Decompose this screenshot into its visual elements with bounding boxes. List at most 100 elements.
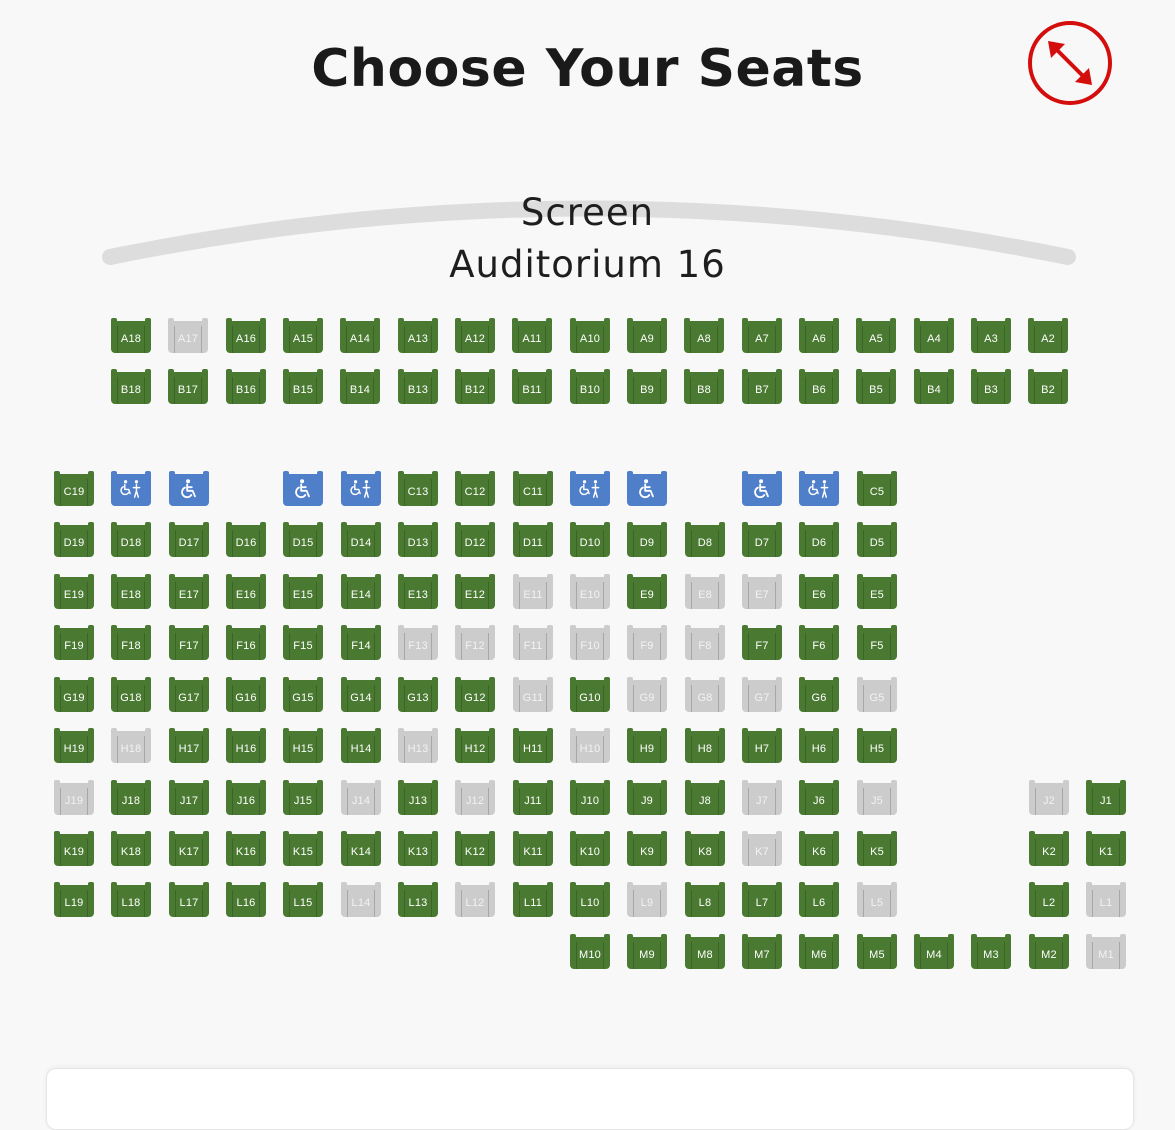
seat-k17[interactable]: K17 (169, 831, 209, 866)
seat-a15[interactable]: A15 (283, 318, 323, 353)
seat-a8[interactable]: A8 (684, 318, 724, 353)
seat-b7[interactable]: B7 (742, 369, 782, 404)
seat-d6[interactable]: D6 (799, 522, 839, 557)
seat-j15[interactable]: J15 (283, 780, 323, 815)
seat-h9[interactable]: H9 (627, 728, 667, 763)
seat-d14[interactable]: D14 (341, 522, 381, 557)
seat-c13[interactable]: C13 (398, 471, 438, 506)
seat-k15[interactable]: K15 (283, 831, 323, 866)
seat-e12[interactable]: E12 (455, 574, 495, 609)
seat-l19[interactable]: L19 (54, 882, 94, 917)
seat-f6[interactable]: F6 (799, 625, 839, 660)
seat-g18[interactable]: G18 (111, 677, 151, 712)
seat-f15[interactable]: F15 (283, 625, 323, 660)
seat-m2[interactable]: M2 (1029, 934, 1069, 969)
seat-l10[interactable]: L10 (570, 882, 610, 917)
seat-a5[interactable]: A5 (856, 318, 896, 353)
seat-m8[interactable]: M8 (685, 934, 725, 969)
seat-b4[interactable]: B4 (914, 369, 954, 404)
seat-d18[interactable]: D18 (111, 522, 151, 557)
seat-j8[interactable]: J8 (685, 780, 725, 815)
seat-h12[interactable]: H12 (455, 728, 495, 763)
seat-d16[interactable]: D16 (226, 522, 266, 557)
seat-k14[interactable]: K14 (341, 831, 381, 866)
seat-a9[interactable]: A9 (627, 318, 667, 353)
seat-g16[interactable]: G16 (226, 677, 266, 712)
seat-a16[interactable]: A16 (226, 318, 266, 353)
seat-h7[interactable]: H7 (742, 728, 782, 763)
seat-b13[interactable]: B13 (398, 369, 438, 404)
seat-a13[interactable]: A13 (398, 318, 438, 353)
seat-l13[interactable]: L13 (398, 882, 438, 917)
seat-k2[interactable]: K2 (1029, 831, 1069, 866)
seat-b6[interactable]: B6 (799, 369, 839, 404)
seat-b2[interactable]: B2 (1028, 369, 1068, 404)
seat-h11[interactable]: H11 (513, 728, 553, 763)
wheelchair-seat[interactable] (283, 471, 323, 506)
seat-g6[interactable]: G6 (799, 677, 839, 712)
seat-l7[interactable]: L7 (742, 882, 782, 917)
seat-l15[interactable]: L15 (283, 882, 323, 917)
seat-k12[interactable]: K12 (455, 831, 495, 866)
seat-g14[interactable]: G14 (341, 677, 381, 712)
seat-m5[interactable]: M5 (857, 934, 897, 969)
seat-e19[interactable]: E19 (54, 574, 94, 609)
seat-g10[interactable]: G10 (570, 677, 610, 712)
seat-k18[interactable]: K18 (111, 831, 151, 866)
seat-e9[interactable]: E9 (627, 574, 667, 609)
seat-e18[interactable]: E18 (111, 574, 151, 609)
seat-l2[interactable]: L2 (1029, 882, 1069, 917)
seat-k19[interactable]: K19 (54, 831, 94, 866)
seat-a10[interactable]: A10 (570, 318, 610, 353)
seat-a7[interactable]: A7 (742, 318, 782, 353)
seat-d11[interactable]: D11 (513, 522, 553, 557)
seat-j16[interactable]: J16 (226, 780, 266, 815)
seat-m6[interactable]: M6 (799, 934, 839, 969)
seat-e17[interactable]: E17 (169, 574, 209, 609)
seat-k11[interactable]: K11 (513, 831, 553, 866)
seat-b9[interactable]: B9 (627, 369, 667, 404)
seat-k6[interactable]: K6 (799, 831, 839, 866)
seat-b14[interactable]: B14 (340, 369, 380, 404)
seat-b10[interactable]: B10 (570, 369, 610, 404)
seat-a6[interactable]: A6 (799, 318, 839, 353)
seat-k9[interactable]: K9 (627, 831, 667, 866)
seat-e5[interactable]: E5 (857, 574, 897, 609)
seat-b17[interactable]: B17 (168, 369, 208, 404)
seat-g17[interactable]: G17 (169, 677, 209, 712)
seat-j6[interactable]: J6 (799, 780, 839, 815)
seat-d19[interactable]: D19 (54, 522, 94, 557)
companion-seat[interactable] (111, 471, 151, 506)
seat-a14[interactable]: A14 (340, 318, 380, 353)
seat-l18[interactable]: L18 (111, 882, 151, 917)
seat-b3[interactable]: B3 (971, 369, 1011, 404)
seat-d17[interactable]: D17 (169, 522, 209, 557)
seat-j17[interactable]: J17 (169, 780, 209, 815)
seat-e13[interactable]: E13 (398, 574, 438, 609)
seat-j9[interactable]: J9 (627, 780, 667, 815)
seat-m4[interactable]: M4 (914, 934, 954, 969)
seat-k5[interactable]: K5 (857, 831, 897, 866)
seat-h17[interactable]: H17 (169, 728, 209, 763)
seat-f19[interactable]: F19 (54, 625, 94, 660)
seat-f17[interactable]: F17 (169, 625, 209, 660)
seat-f16[interactable]: F16 (226, 625, 266, 660)
seat-h16[interactable]: H16 (226, 728, 266, 763)
wheelchair-seat[interactable] (169, 471, 209, 506)
seat-k8[interactable]: K8 (685, 831, 725, 866)
seat-d13[interactable]: D13 (398, 522, 438, 557)
seat-g15[interactable]: G15 (283, 677, 323, 712)
seat-e16[interactable]: E16 (226, 574, 266, 609)
seat-b15[interactable]: B15 (283, 369, 323, 404)
seat-f18[interactable]: F18 (111, 625, 151, 660)
seat-h5[interactable]: H5 (857, 728, 897, 763)
seat-c12[interactable]: C12 (455, 471, 495, 506)
seat-l8[interactable]: L8 (685, 882, 725, 917)
seat-l11[interactable]: L11 (513, 882, 553, 917)
seat-h15[interactable]: H15 (283, 728, 323, 763)
seat-g12[interactable]: G12 (455, 677, 495, 712)
seat-j10[interactable]: J10 (570, 780, 610, 815)
seat-b5[interactable]: B5 (856, 369, 896, 404)
seat-l17[interactable]: L17 (169, 882, 209, 917)
seat-j11[interactable]: J11 (513, 780, 553, 815)
